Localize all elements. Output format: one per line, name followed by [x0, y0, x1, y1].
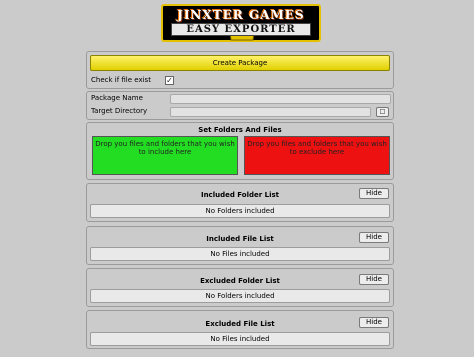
package-panel: Package Name Target Directory □ [86, 91, 394, 120]
excluded-folder-list-title: Excluded Folder List [200, 277, 280, 285]
hide-button[interactable]: Hide [359, 188, 389, 199]
logo-subtitle: EASY EXPORTER [171, 23, 311, 36]
hide-button[interactable]: Hide [359, 274, 389, 285]
jinxter-games-logo: JINXTER GAMES EASY EXPORTER [161, 4, 321, 42]
browse-folder-button[interactable]: □ [376, 107, 389, 117]
exclude-drop-area[interactable]: Drop you files and folders that you wish… [244, 136, 390, 175]
excluded-file-list-panel: Excluded File List Hide No Files include… [86, 310, 394, 349]
included-file-list-panel: Included File List Hide No Files include… [86, 226, 394, 265]
excluded-folder-list-panel: Excluded Folder List Hide No Folders inc… [86, 268, 394, 307]
include-drop-area[interactable]: Drop you files and folders that you wish… [92, 136, 238, 175]
check-file-checkbox[interactable]: ✓ [165, 76, 174, 85]
logo-title: JINXTER GAMES [177, 8, 305, 22]
included-folder-list-panel: Included Folder List Hide No Folders inc… [86, 183, 394, 222]
target-directory-label: Target Directory [91, 107, 148, 115]
included-file-list-title: Included File List [206, 235, 274, 243]
check-file-label: Check if file exist [91, 76, 151, 84]
target-directory-field[interactable] [170, 107, 371, 117]
set-folders-title: Set Folders And Files [198, 126, 282, 134]
hide-button[interactable]: Hide [359, 232, 389, 243]
included-file-list-box: No Files included [90, 247, 390, 261]
package-name-field[interactable] [170, 94, 391, 104]
set-folders-panel: Set Folders And Files Drop you files and… [86, 122, 394, 180]
create-panel: Create Package Check if file exist ✓ [86, 51, 394, 89]
hide-button[interactable]: Hide [359, 317, 389, 328]
excluded-file-list-title: Excluded File List [205, 320, 275, 328]
excluded-folder-list-box: No Folders included [90, 289, 390, 303]
excluded-file-list-box: No Files included [90, 332, 390, 346]
included-folder-list-box: No Folders included [90, 204, 390, 218]
included-folder-list-title: Included Folder List [200, 191, 280, 199]
create-package-button[interactable]: Create Package [90, 55, 390, 71]
package-name-label: Package Name [91, 94, 143, 102]
